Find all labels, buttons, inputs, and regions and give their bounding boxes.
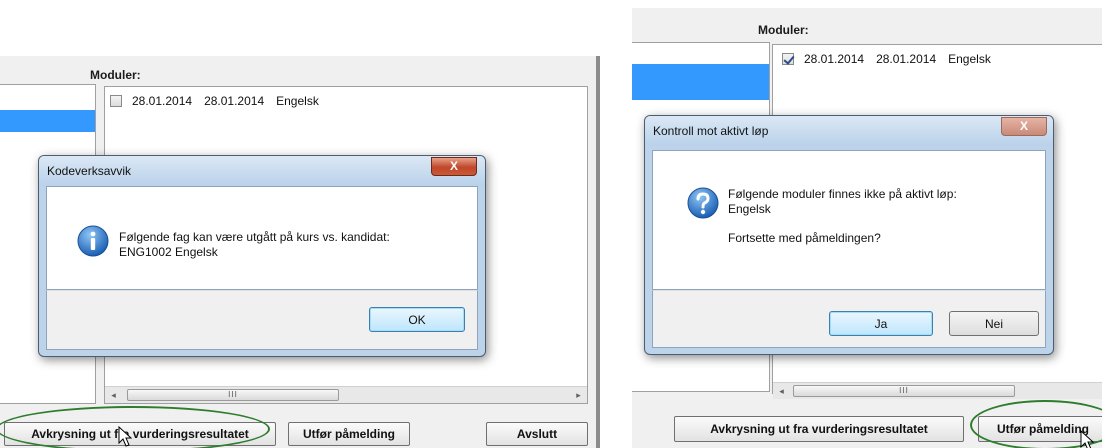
- kodeverksavvik-dialog: Kodeverksavvik X Følgende fag kan være u…: [38, 155, 486, 357]
- avkrysning-button[interactable]: Avkrysning ut fra vurderingsresultatet: [674, 416, 964, 442]
- scroll-thumb[interactable]: III: [793, 385, 1015, 397]
- mouse-cursor-icon: [118, 426, 132, 447]
- ok-button[interactable]: OK: [369, 307, 465, 332]
- close-icon[interactable]: X: [431, 157, 477, 176]
- avslutt-button[interactable]: Avslutt: [486, 422, 588, 446]
- dialog-title: Kodeverksavvik: [47, 164, 132, 178]
- question-icon: [687, 187, 719, 219]
- scroll-left-icon[interactable]: ◂: [773, 383, 790, 399]
- left-list-selected-row[interactable]: [0, 110, 95, 132]
- module-name: Engelsk: [948, 52, 991, 66]
- nei-button[interactable]: Nei: [949, 311, 1039, 336]
- dialog-message: Følgende moduler finnes ikke på aktivt l…: [728, 187, 957, 246]
- mouse-cursor-icon: [1080, 430, 1094, 448]
- message-line-1: Følgende fag kan være utgått på kurs vs.…: [119, 230, 390, 244]
- horizontal-scrollbar[interactable]: ◂ III: [773, 382, 1102, 399]
- modules-label: Moduler:: [758, 23, 809, 37]
- module-date-to: 28.01.2014: [204, 94, 265, 108]
- module-row[interactable]: 28.01.2014 28.01.2014 Engelsk: [782, 52, 991, 66]
- dialog-body: Følgende moduler finnes ikke på aktivt l…: [652, 150, 1046, 290]
- module-date-to: 28.01.2014: [876, 52, 937, 66]
- info-icon: [77, 225, 109, 257]
- avkrysning-button[interactable]: Avkrysning ut fra vurderingsresultatet: [4, 422, 276, 446]
- module-checkbox[interactable]: [110, 95, 122, 107]
- scroll-left-icon[interactable]: ◂: [105, 387, 122, 403]
- window-border: [596, 56, 600, 448]
- message-line-2: ENG1002 Engelsk: [119, 245, 218, 259]
- scroll-right-icon[interactable]: ▸: [570, 387, 587, 403]
- top-caption-fragment: [0, 0, 600, 40]
- ja-button[interactable]: Ja: [829, 311, 933, 336]
- dialog-body: Følgende fag kan være utgått på kurs vs.…: [46, 186, 478, 290]
- dialog-footer: Ja Nei: [652, 290, 1046, 348]
- dialog-title: Kontroll mot aktivt løp: [653, 124, 769, 138]
- message-line-2: Engelsk: [728, 202, 771, 216]
- module-date-from: 28.01.2014: [804, 52, 865, 66]
- module-name: Engelsk: [276, 94, 319, 108]
- module-row[interactable]: 28.01.2014 28.01.2014 Engelsk: [110, 94, 319, 108]
- dialog-footer: OK: [46, 290, 478, 350]
- close-icon[interactable]: X: [1001, 117, 1047, 136]
- scroll-thumb[interactable]: III: [127, 389, 339, 401]
- kontroll-dialog: Kontroll mot aktivt løp X Følgende modul…: [644, 115, 1054, 355]
- left-list-selected-row[interactable]: [632, 64, 769, 100]
- module-checkbox[interactable]: [782, 53, 794, 65]
- horizontal-scrollbar[interactable]: ◂ III ▸: [105, 386, 587, 403]
- modules-label: Moduler:: [90, 68, 141, 82]
- utfor-pamelding-button[interactable]: Utfør påmelding: [288, 422, 410, 446]
- dialog-message: Følgende fag kan være utgått på kurs vs.…: [119, 230, 390, 260]
- question-text: Fortsette med påmeldingen?: [728, 231, 881, 245]
- message-line-1: Følgende moduler finnes ikke på aktivt l…: [728, 187, 957, 201]
- module-date-from: 28.01.2014: [132, 94, 193, 108]
